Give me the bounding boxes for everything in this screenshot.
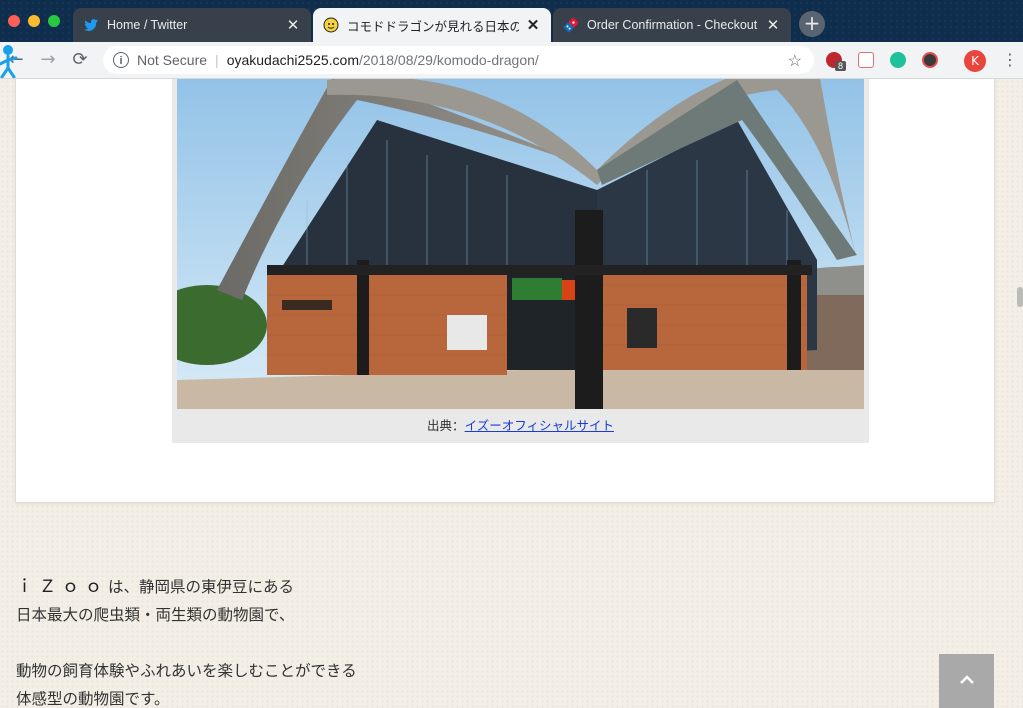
- paragraph: ｉＺｏｏは、静岡県の東伊豆にある 日本最大の爬虫類・両生類の動物園で、: [16, 573, 357, 629]
- twitter-bird-icon: [84, 19, 98, 31]
- new-tab-button[interactable]: +: [799, 11, 825, 37]
- window-zoom-button[interactable]: [48, 15, 60, 27]
- tab-twitter[interactable]: Home / Twitter ✕: [73, 8, 311, 42]
- info-icon[interactable]: i: [113, 52, 129, 68]
- text-line: 日本最大の爬虫類・両生類の動物園で、: [16, 606, 295, 624]
- text-line: は、静岡県の東伊豆にある: [108, 578, 295, 596]
- paragraph: 動物の飼育体験やふれあいを楽しむことができる 体感型の動物園です。: [16, 657, 357, 708]
- security-label: Not Secure: [137, 52, 208, 68]
- figure: 出典：イズーオフィシャルサイト: [172, 79, 869, 443]
- tab-title: Home / Twitter: [107, 18, 188, 32]
- url-host: oyakudachi2525.com: [226, 52, 359, 68]
- dominos-icon: [563, 17, 579, 33]
- chevron-up-icon: [959, 675, 974, 684]
- close-icon[interactable]: ✕: [285, 16, 301, 34]
- izoo-building-photo: [177, 79, 864, 409]
- address-bar[interactable]: i Not Secure | oyakudachi2525.com/2018/0…: [103, 46, 814, 74]
- close-icon[interactable]: ✕: [765, 16, 781, 34]
- separator: |: [215, 52, 219, 68]
- article-body: ｉＺｏｏは、静岡県の東伊豆にある 日本最大の爬虫類・両生類の動物園で、 動物の飼…: [16, 573, 357, 708]
- page-content: 出典：イズーオフィシャルサイト ｉＺｏｏは、静岡県の東伊豆にある 日本最大の爬虫…: [0, 79, 1023, 708]
- window-minimize-button[interactable]: [28, 15, 40, 27]
- m-extension-icon[interactable]: [890, 52, 906, 68]
- window-close-button[interactable]: [8, 15, 20, 27]
- url-path: /2018/08/29/komodo-dragon/: [359, 52, 539, 68]
- article-card: 出典：イズーオフィシャルサイト: [15, 79, 995, 503]
- reload-icon[interactable]: ⟳: [70, 50, 90, 70]
- cat-extension-icon[interactable]: [858, 52, 874, 68]
- tab-title: Order Confirmation - Checkout C: [587, 18, 759, 32]
- tab-order-confirmation[interactable]: Order Confirmation - Checkout C ✕: [553, 8, 791, 42]
- tab-strip: Home / Twitter ✕ コモドドラゴンが見れる日本の動物 ✕ Orde…: [0, 0, 1023, 42]
- scroll-to-top-button[interactable]: [939, 654, 994, 708]
- bookmark-star-icon[interactable]: ☆: [788, 51, 802, 71]
- scrollbar-thumb[interactable]: [1017, 287, 1023, 307]
- browser-toolbar: ← → ⟳ i Not Secure | oyakudachi2525.com /…: [0, 42, 1023, 79]
- caption-source-link[interactable]: イズーオフィシャルサイト: [465, 418, 614, 433]
- caption-prefix: 出典：: [427, 418, 465, 433]
- figure-caption: 出典：イズーオフィシャルサイト: [172, 415, 869, 434]
- profile-avatar[interactable]: K: [964, 50, 986, 72]
- close-icon[interactable]: ✕: [525, 16, 541, 34]
- forward-arrow-icon[interactable]: →: [38, 50, 58, 70]
- audio-extension-icon[interactable]: [922, 52, 938, 68]
- tab-komodo-dragon[interactable]: コモドドラゴンが見れる日本の動物 ✕: [313, 8, 551, 42]
- tab-title: コモドドラゴンが見れる日本の動物: [347, 19, 519, 34]
- izoo-name: ｉＺｏｏ: [16, 577, 108, 597]
- yellow-face-icon: [323, 17, 339, 33]
- text-line: 体感型の動物園です。: [16, 690, 170, 708]
- menu-dots-icon[interactable]: ⋮: [1002, 50, 1018, 69]
- person-figure-icon: [0, 45, 18, 78]
- text-line: 動物の飼育体験やふれあいを楽しむことができる: [16, 662, 357, 680]
- extension-badge: 8: [835, 61, 847, 71]
